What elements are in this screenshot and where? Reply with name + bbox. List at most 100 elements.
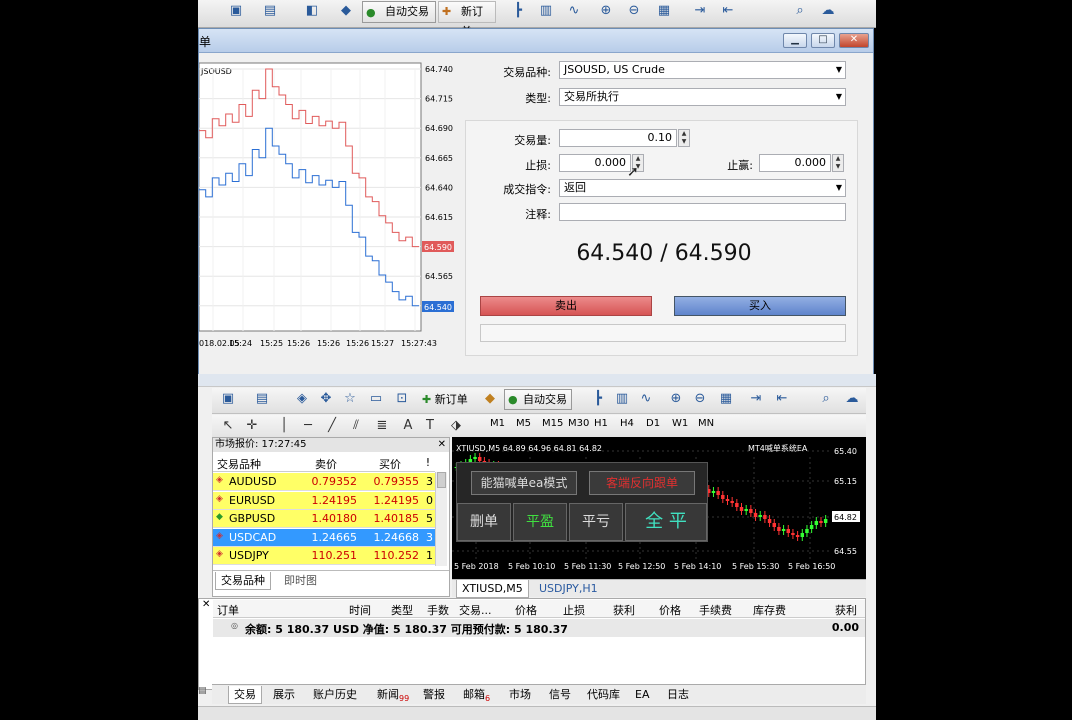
buy-button[interactable]: 买入 bbox=[674, 296, 846, 316]
trendline-icon[interactable]: ╱ bbox=[322, 417, 342, 435]
volume-stepper[interactable]: ▲ ▼ bbox=[678, 129, 690, 147]
label-icon[interactable]: T bbox=[420, 417, 440, 435]
timeframe-m1[interactable]: M1 bbox=[490, 418, 505, 429]
search-icon[interactable]: ⌕ bbox=[816, 390, 836, 408]
terminal-tab[interactable]: EA bbox=[630, 686, 654, 704]
new-chart-icon[interactable]: ▣ bbox=[226, 2, 246, 20]
column-header[interactable]: 类型 bbox=[391, 602, 413, 618]
comment-input[interactable] bbox=[559, 203, 846, 221]
metaeditor-icon[interactable]: ◆ bbox=[480, 390, 500, 408]
timeframe-h1[interactable]: H1 bbox=[594, 418, 608, 429]
close-loss-button[interactable]: 平亏 bbox=[569, 503, 623, 541]
fibonacci-icon[interactable]: ≣ bbox=[372, 417, 392, 435]
symbol-select[interactable]: JSOUSD, US Crude ▼ bbox=[559, 61, 846, 79]
terminal-tab[interactable]: 日志 bbox=[662, 686, 694, 704]
navigator-icon[interactable]: ☆ bbox=[340, 390, 360, 408]
bar-chart-icon[interactable]: ┣ bbox=[588, 390, 608, 408]
tester-icon[interactable]: ⊡ bbox=[392, 390, 412, 408]
market-watch-tab[interactable]: 即时图 bbox=[279, 572, 322, 590]
terminal-tab[interactable]: 代码库 bbox=[582, 686, 625, 704]
line-chart-icon[interactable]: ∿ bbox=[564, 2, 584, 20]
column-header[interactable]: 手数 bbox=[427, 602, 449, 618]
timeframe-d1[interactable]: D1 bbox=[646, 418, 660, 429]
table-row[interactable]: ◈ AUDUSD 0.79352 0.79355 3 bbox=[213, 473, 435, 491]
timeframe-h4[interactable]: H4 bbox=[620, 418, 634, 429]
column-header[interactable]: 库存费 bbox=[753, 602, 786, 618]
scrollbar[interactable] bbox=[435, 472, 447, 566]
new-chart-icon[interactable]: ▣ bbox=[218, 390, 238, 408]
autotrade-button[interactable]: ● 自动交易 bbox=[504, 389, 572, 410]
dialog-titlebar[interactable]: 单 ▁ □ ✕ bbox=[199, 29, 873, 53]
column-header[interactable]: 卖价 bbox=[295, 456, 357, 472]
column-header[interactable]: 时间 bbox=[349, 602, 371, 618]
market-watch-icon[interactable]: ◈ bbox=[292, 390, 312, 408]
chat-icon[interactable]: ☁ bbox=[842, 390, 862, 408]
zoom-in-icon[interactable]: ⊕ bbox=[666, 390, 686, 408]
chat-icon[interactable]: ☁ bbox=[818, 2, 838, 20]
search-icon[interactable]: ⌕ bbox=[790, 2, 810, 20]
terminal-tab[interactable]: 市场 bbox=[504, 686, 536, 704]
timeframe-m30[interactable]: M30 bbox=[568, 418, 589, 429]
text-icon[interactable]: A bbox=[398, 417, 418, 435]
ea-mode-button[interactable]: 能猫喊单ea模式 bbox=[471, 471, 577, 495]
chart-tab[interactable]: USDJPY,H1 bbox=[534, 580, 603, 598]
table-row[interactable]: ◆ GBPUSD 1.40180 1.40185 5 bbox=[213, 510, 435, 529]
terminal-tab[interactable]: 账户历史 bbox=[308, 686, 362, 704]
volume-input[interactable]: 0.10 bbox=[559, 129, 677, 147]
terminal-tab[interactable]: 交易 bbox=[228, 686, 262, 704]
chart-tab[interactable]: XTIUSD,M5 bbox=[456, 580, 529, 598]
new-order-button[interactable]: ✚ 新订单 bbox=[422, 391, 468, 407]
close-icon[interactable]: ✕ bbox=[438, 438, 446, 452]
line-chart-icon[interactable]: ∿ bbox=[636, 390, 656, 408]
cursor-icon[interactable]: ↖ bbox=[218, 417, 238, 435]
terminal-tab[interactable]: 信号 bbox=[544, 686, 576, 704]
channel-icon[interactable]: ⫽ bbox=[346, 417, 366, 435]
column-header[interactable]: 交易品种 bbox=[217, 456, 297, 472]
fill-policy-select[interactable]: 返回 ▼ bbox=[559, 179, 846, 197]
column-header[interactable]: 止损 bbox=[563, 602, 585, 618]
minimize-icon[interactable]: ▁ bbox=[783, 33, 807, 48]
reverse-copy-button[interactable]: 客端反向跟单 bbox=[589, 471, 695, 495]
tile-windows-icon[interactable]: ▦ bbox=[716, 390, 736, 408]
column-header[interactable]: 获利 bbox=[835, 602, 857, 618]
market-watch-tab[interactable]: 交易品种 bbox=[215, 572, 271, 590]
delete-orders-button[interactable]: 删单 bbox=[457, 503, 511, 541]
table-row[interactable]: ◈ EURUSD 1.24195 1.24195 0 bbox=[213, 491, 435, 510]
zoom-in-icon[interactable]: ⊕ bbox=[596, 2, 616, 20]
chart-shift-icon[interactable]: ⇤ bbox=[772, 390, 792, 408]
column-header[interactable]: ! bbox=[421, 456, 435, 469]
stop-loss-input[interactable]: 0.000 bbox=[559, 154, 631, 172]
horizontal-line-icon[interactable]: ─ bbox=[298, 417, 318, 435]
terminal-icon[interactable]: ▭ bbox=[366, 390, 386, 408]
profiles-icon[interactable]: ▤ bbox=[260, 2, 280, 20]
crosshair-icon[interactable]: ✛ bbox=[242, 417, 262, 435]
column-header[interactable]: 获利 bbox=[613, 602, 635, 618]
zoom-out-icon[interactable]: ⊖ bbox=[624, 2, 644, 20]
column-header[interactable]: 买价 bbox=[359, 456, 421, 472]
tile-windows-icon[interactable]: ▦ bbox=[654, 2, 674, 20]
profiles-icon[interactable]: ▤ bbox=[252, 390, 272, 408]
take-profit-stepper[interactable]: ▲ ▼ bbox=[832, 154, 844, 172]
column-header[interactable]: 手续费 bbox=[699, 602, 732, 618]
timeframe-w1[interactable]: W1 bbox=[672, 418, 688, 429]
table-row[interactable]: ◈ USDJPY 110.251 110.252 1 bbox=[213, 547, 435, 566]
zoom-out-icon[interactable]: ⊖ bbox=[690, 390, 710, 408]
terminal-tab[interactable]: 警报 bbox=[418, 686, 450, 704]
timeframe-mn[interactable]: MN bbox=[698, 418, 714, 429]
chart-shift-icon[interactable]: ⇤ bbox=[718, 2, 738, 20]
scrollbar-thumb[interactable] bbox=[437, 472, 446, 488]
timeframe-m15[interactable]: M15 bbox=[542, 418, 563, 429]
autotrade-button[interactable]: ● 自动交易 bbox=[362, 1, 436, 23]
terminal-tab[interactable]: 邮箱6 bbox=[458, 686, 495, 704]
close-icon[interactable]: ✕ bbox=[839, 33, 869, 48]
timeframe-m5[interactable]: M5 bbox=[516, 418, 531, 429]
take-profit-input[interactable]: 0.000 bbox=[759, 154, 831, 172]
close-all-button[interactable]: 全 平 bbox=[625, 503, 707, 541]
column-header[interactable]: 价格 bbox=[659, 602, 681, 618]
navigator-icon[interactable]: ◧ bbox=[302, 2, 322, 20]
metaeditor-icon[interactable]: ◆ bbox=[336, 2, 356, 20]
close-icon[interactable]: ✕ bbox=[202, 599, 210, 610]
sell-button[interactable]: 卖出 bbox=[480, 296, 652, 316]
vertical-line-icon[interactable]: │ bbox=[274, 417, 294, 435]
data-window-icon[interactable]: ✥ bbox=[316, 390, 336, 408]
